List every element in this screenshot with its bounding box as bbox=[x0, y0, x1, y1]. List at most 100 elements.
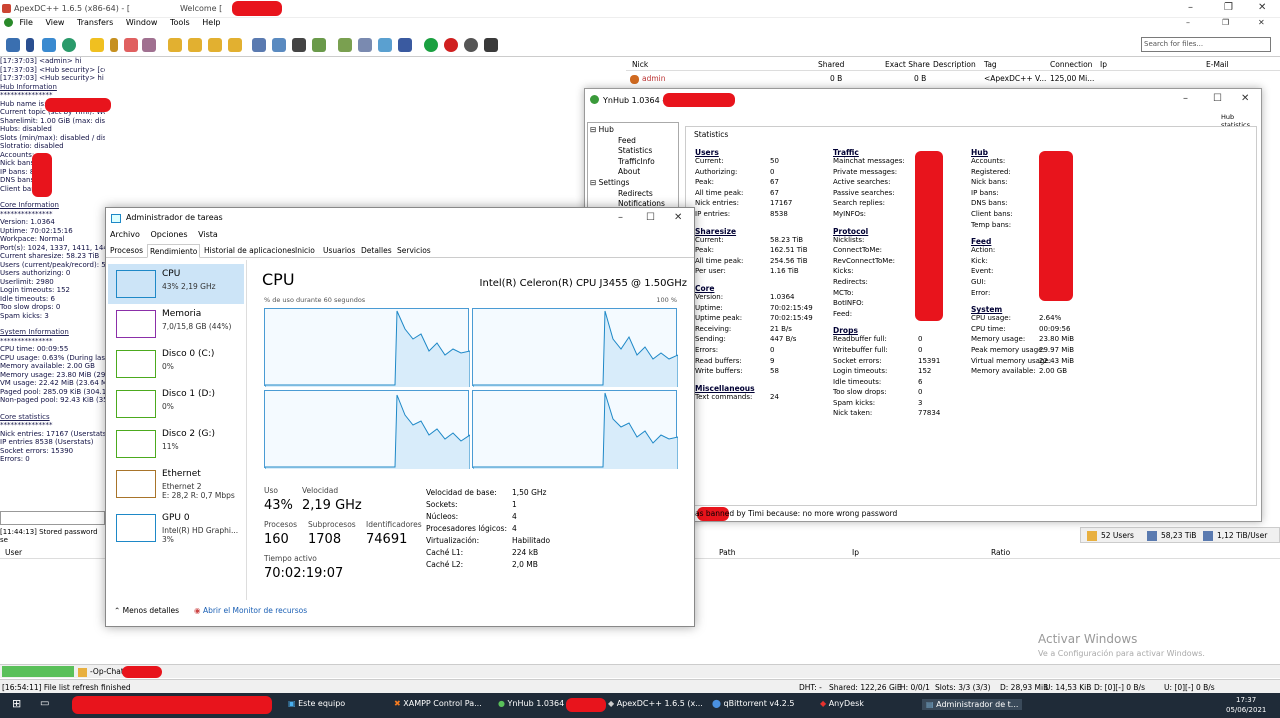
menu-opciones[interactable]: Opciones bbox=[150, 230, 187, 239]
network-stats-icon[interactable] bbox=[312, 38, 326, 52]
col-tag[interactable]: Tag bbox=[984, 60, 997, 69]
tree-item-feed[interactable]: Feed bbox=[590, 136, 676, 147]
resource-gpu[interactable]: GPU 0 Intel(R) HD Graphi... 3% bbox=[108, 508, 244, 548]
clock-time[interactable]: 17:37 bbox=[1236, 696, 1256, 704]
minimize-icon[interactable]: – bbox=[1188, 2, 1193, 13]
favorite-users-icon[interactable] bbox=[124, 38, 138, 52]
col-connection[interactable]: Connection bbox=[1050, 60, 1092, 69]
close-icon[interactable]: ✕ bbox=[1241, 93, 1249, 104]
lock-icon[interactable] bbox=[484, 38, 498, 52]
taskbar-item-anydesk[interactable]: ◆ AnyDesk bbox=[820, 699, 864, 708]
start-icon[interactable]: ⊞ bbox=[12, 697, 21, 710]
tab-historial[interactable]: Historial de aplicaciones bbox=[202, 246, 297, 255]
mdi-close-icon[interactable]: ✕ bbox=[1258, 18, 1265, 27]
resource-disk-0[interactable]: Disco 0 (C:) 0% bbox=[108, 344, 244, 384]
taskbar-item-taskmgr[interactable]: ▤ Administrador de t... bbox=[922, 699, 1023, 710]
tab-servicios[interactable]: Servicios bbox=[395, 246, 433, 255]
task-view-icon[interactable]: ▭ bbox=[40, 698, 49, 709]
taskbar-item-xampp[interactable]: ✖ XAMPP Control Pa... bbox=[394, 699, 482, 708]
minimize-icon[interactable]: – bbox=[618, 212, 623, 223]
tree-item-trafficinfo[interactable]: TrafficInfo bbox=[590, 157, 676, 168]
dropdown-icon[interactable] bbox=[26, 38, 34, 52]
search-icon[interactable] bbox=[252, 38, 266, 52]
menu-window[interactable]: Window bbox=[126, 18, 158, 27]
resource-name: Disco 2 (G:) bbox=[162, 429, 216, 439]
tree-item-redirects[interactable]: Redirects bbox=[590, 189, 676, 200]
connect-icon[interactable] bbox=[6, 38, 20, 52]
favorites-dropdown-icon[interactable] bbox=[110, 38, 118, 52]
tree-item-settings[interactable]: ⊟ Settings bbox=[590, 178, 676, 189]
menu-vista[interactable]: Vista bbox=[198, 230, 218, 239]
globe-icon[interactable] bbox=[62, 38, 76, 52]
taskbar-item-apexdc[interactable]: ◆ ApexDC++ 1.6.5 (x... bbox=[608, 699, 703, 708]
resource-cpu[interactable]: CPU 43% 2,19 GHz bbox=[108, 264, 244, 304]
adl-search-icon[interactable] bbox=[272, 38, 286, 52]
hub-info-line: Slotratio: disabled bbox=[0, 142, 64, 150]
close-icon[interactable]: ✕ bbox=[1258, 2, 1266, 13]
less-details-button[interactable]: ⌃ Menos detalles bbox=[114, 606, 179, 615]
col-email[interactable]: E-Mail bbox=[1206, 60, 1229, 69]
col-description[interactable]: Description bbox=[933, 60, 976, 69]
user-icon[interactable] bbox=[398, 38, 412, 52]
notepad-icon[interactable] bbox=[358, 38, 372, 52]
upload-queue-icon[interactable] bbox=[208, 38, 222, 52]
open-filelist-icon[interactable] bbox=[338, 38, 352, 52]
table-row[interactable]: admin 0 B 0 B <ApexDC++ V... 125,00 Mi..… bbox=[626, 72, 1280, 86]
chat-timestamp: [17:37:03] bbox=[0, 65, 37, 74]
recent-hubs-icon[interactable] bbox=[142, 38, 156, 52]
col-path[interactable]: Path bbox=[719, 548, 735, 557]
core-graph-line bbox=[472, 392, 679, 469]
col-ip[interactable]: Ip bbox=[1100, 60, 1107, 69]
tree-item-hub[interactable]: ⊟ Hub bbox=[590, 125, 676, 136]
taskbar-item-ynhub[interactable]: ● YnHub 1.0364 - bbox=[498, 699, 570, 708]
menu-file[interactable]: File bbox=[20, 18, 33, 27]
tab-procesos[interactable]: Procesos bbox=[108, 246, 145, 255]
maximize-icon[interactable]: ☐ bbox=[1213, 93, 1222, 104]
limiter-icon[interactable] bbox=[464, 38, 478, 52]
tree-item-statistics[interactable]: Statistics bbox=[590, 146, 676, 157]
minimize-icon[interactable]: – bbox=[1183, 93, 1188, 104]
menu-transfers[interactable]: Transfers bbox=[77, 18, 113, 27]
tab-inicio[interactable]: Inicio bbox=[293, 246, 317, 255]
resource-ethernet[interactable]: Ethernet Ethernet 2 E: 28,2 R: 0,7 Mbps bbox=[108, 464, 244, 504]
spy-icon[interactable] bbox=[292, 38, 306, 52]
taskbar-item-explorer[interactable]: ▣ Este equipo bbox=[288, 699, 345, 708]
power-icon[interactable] bbox=[424, 38, 438, 52]
restore-icon[interactable]: ❐ bbox=[1224, 2, 1233, 13]
tree-item-about[interactable]: About bbox=[590, 167, 676, 178]
menu-archivo[interactable]: Archivo bbox=[110, 230, 140, 239]
menu-help[interactable]: Help bbox=[202, 18, 220, 27]
resource-disk-1[interactable]: Disco 1 (D:) 0% bbox=[108, 384, 244, 424]
metric-label-tiempo-activo: Tiempo activo bbox=[264, 554, 317, 563]
col-nick[interactable]: Nick bbox=[632, 60, 648, 69]
resource-monitor-link[interactable]: ◉ Abrir el Monitor de recursos bbox=[194, 606, 307, 615]
menu-view[interactable]: View bbox=[45, 18, 64, 27]
col-user[interactable]: User bbox=[5, 548, 22, 557]
reconnect-icon[interactable] bbox=[42, 38, 56, 52]
hub-tab[interactable] bbox=[2, 666, 74, 677]
maximize-icon[interactable]: ☐ bbox=[646, 212, 655, 223]
menu-tools[interactable]: Tools bbox=[170, 18, 190, 27]
resource-memory[interactable]: Memoria 7,0/15,8 GB (44%) bbox=[108, 304, 244, 344]
close-icon[interactable]: ✕ bbox=[674, 212, 682, 223]
away-icon[interactable] bbox=[444, 38, 458, 52]
finished-uploads-icon[interactable] bbox=[228, 38, 242, 52]
taskbar-item-qbittorrent[interactable]: ⬤ qBittorrent v4.2.5 bbox=[712, 699, 794, 708]
clock-date[interactable]: 05/06/2021 bbox=[1226, 706, 1266, 714]
search-input[interactable]: Search for files... bbox=[1141, 37, 1271, 52]
col-exact-share[interactable]: Exact Share bbox=[885, 60, 930, 69]
mdi-minimize-icon[interactable]: – bbox=[1186, 18, 1190, 27]
queue-icon[interactable] bbox=[168, 38, 182, 52]
col-ip[interactable]: Ip bbox=[852, 548, 859, 557]
mdi-restore-icon[interactable]: ❐ bbox=[1222, 18, 1229, 27]
tab-detalles[interactable]: Detalles bbox=[359, 246, 394, 255]
col-ratio[interactable]: Ratio bbox=[991, 548, 1010, 557]
resource-disk-2[interactable]: Disco 2 (G:) 11% bbox=[108, 424, 244, 464]
col-shared[interactable]: Shared bbox=[818, 60, 844, 69]
chat-input[interactable] bbox=[0, 511, 105, 525]
tab-rendimiento[interactable]: Rendimiento bbox=[147, 244, 201, 258]
finished-downloads-icon[interactable] bbox=[188, 38, 202, 52]
settings-icon[interactable] bbox=[378, 38, 392, 52]
favorites-star-icon[interactable] bbox=[90, 38, 104, 52]
tab-usuarios[interactable]: Usuarios bbox=[321, 246, 357, 255]
